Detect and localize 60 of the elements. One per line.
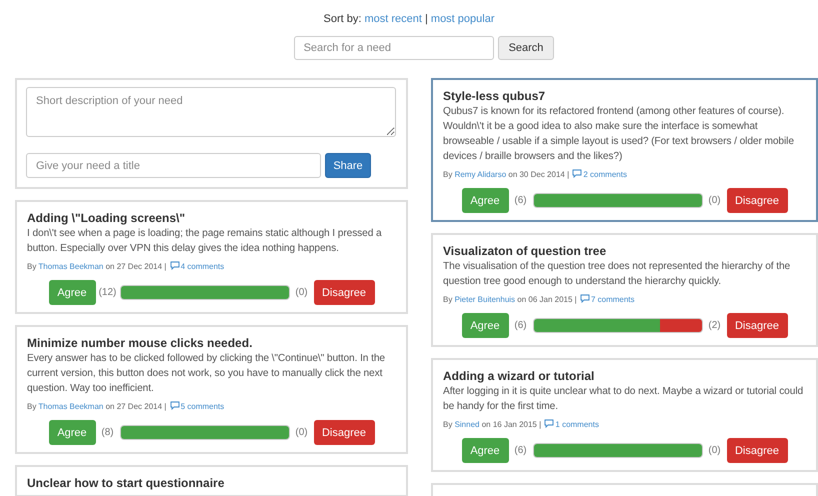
disagree-button[interactable]: Disagree xyxy=(314,420,374,445)
need-title: Visualizaton of question tree xyxy=(443,244,608,259)
need-title: Adding \"Loading screens\" xyxy=(27,211,186,226)
disagree-button[interactable]: Disagree xyxy=(726,313,788,338)
agree-button[interactable]: Agree xyxy=(48,280,96,305)
comments-link[interactable]: 7 comments xyxy=(578,295,635,304)
comments-link[interactable]: 5 comments xyxy=(168,402,224,411)
agree-button[interactable]: Agree xyxy=(462,313,508,338)
agree-count: (6) xyxy=(513,195,528,206)
need-title: Unclear how to start questionnaire xyxy=(27,476,226,491)
share-button[interactable]: Share xyxy=(325,153,371,178)
comment-icon xyxy=(170,261,180,270)
disagree-count: (0) xyxy=(707,195,722,206)
description-field[interactable]: Short description of your need xyxy=(26,87,396,137)
agree-button[interactable]: Agree xyxy=(48,420,96,445)
comment-icon xyxy=(572,169,582,178)
sort-link[interactable]: most recent xyxy=(364,13,422,25)
disagree-button[interactable]: Disagree xyxy=(726,438,788,463)
byline: By Thomas Beekman on 27 Dec 2014 | 4 comments xyxy=(27,261,226,273)
disagree-button[interactable]: Disagree xyxy=(726,188,788,213)
agree-count: (6) xyxy=(513,320,528,331)
sort-line: Sort by: most recent | most popular xyxy=(322,12,496,27)
agree-count: (6) xyxy=(513,445,528,456)
author-link[interactable]: Pieter Buitenhuis xyxy=(454,295,516,304)
disagree-count: (0) xyxy=(294,287,309,298)
comment-icon xyxy=(170,401,180,410)
disagree-count: (0) xyxy=(707,445,722,456)
agree-button[interactable]: Agree xyxy=(462,188,508,213)
comments-link[interactable]: 2 comments xyxy=(571,170,627,179)
need-title: Adding a wizard or tutorial xyxy=(443,369,596,384)
author-link[interactable]: Thomas Beekman xyxy=(38,402,104,411)
byline: By Sinned on 16 Jan 2015 | 1 comments xyxy=(443,419,600,431)
author-link[interactable]: Sinned xyxy=(454,420,480,429)
disagree-count: (2) xyxy=(707,320,722,331)
comments-link[interactable]: 1 comments xyxy=(543,420,599,429)
need-description: After logging in it is quite unclear what to do next. Maybe a wizard or tutorial could be handy for the first time. xyxy=(443,385,804,414)
disagree-count: (0) xyxy=(294,427,309,438)
byline: By Pieter Buitenhuis on 06 Jan 2015 | 7 comments xyxy=(443,294,636,306)
disagree-bar xyxy=(660,319,702,332)
agree-count: (8) xyxy=(100,427,115,438)
need-description: Qubus7 is known for its refactored frontend (among other features of course). Wouldn\'t it be a good idea to also make sure the interface is somewhat browseable / usable if a simple layout is used? (For text browsers / older mobile devices / braille browsers and the likes?) xyxy=(443,105,795,164)
byline: By Remy Alidarso on 30 Dec 2014 | 2 comments xyxy=(443,169,628,181)
author-link[interactable]: Thomas Beekman xyxy=(38,262,104,271)
agree-count: (12) xyxy=(98,287,116,298)
comments-link[interactable]: 4 comments xyxy=(168,262,224,271)
search-button[interactable]: Search xyxy=(498,36,554,60)
need-description: I don\'t see when a page is loading; the page remains static although I pressed a button. Especially over VPN this delay gives the idea nothing happens. xyxy=(27,227,383,256)
agree-button[interactable]: Agree xyxy=(462,438,508,463)
need-description: Every answer has to be clicked followed by clicking the \"Continue\" button. In the current version, this button does not work, so you have to manually click the next question. Way too inefficient. xyxy=(27,352,386,396)
need-title: Minimize number mouse clicks needed. xyxy=(27,336,254,351)
comment-icon xyxy=(544,419,554,428)
sort-link[interactable]: most popular xyxy=(430,13,494,25)
need-description: The visualisation of the question tree does not represented the hierarchy of the question tree good enough to understand the hierarchy quickly. xyxy=(443,260,792,289)
disagree-button[interactable]: Disagree xyxy=(314,280,374,305)
comment-icon xyxy=(580,294,590,303)
author-link[interactable]: Remy Alidarso xyxy=(454,170,506,179)
byline: By Thomas Beekman on 27 Dec 2014 | 5 comments xyxy=(27,401,226,413)
search-field[interactable]: Search for a need xyxy=(294,36,494,60)
need-title: Style-less qubus7 xyxy=(443,89,546,104)
title-field[interactable]: Give your need a title xyxy=(26,153,321,178)
